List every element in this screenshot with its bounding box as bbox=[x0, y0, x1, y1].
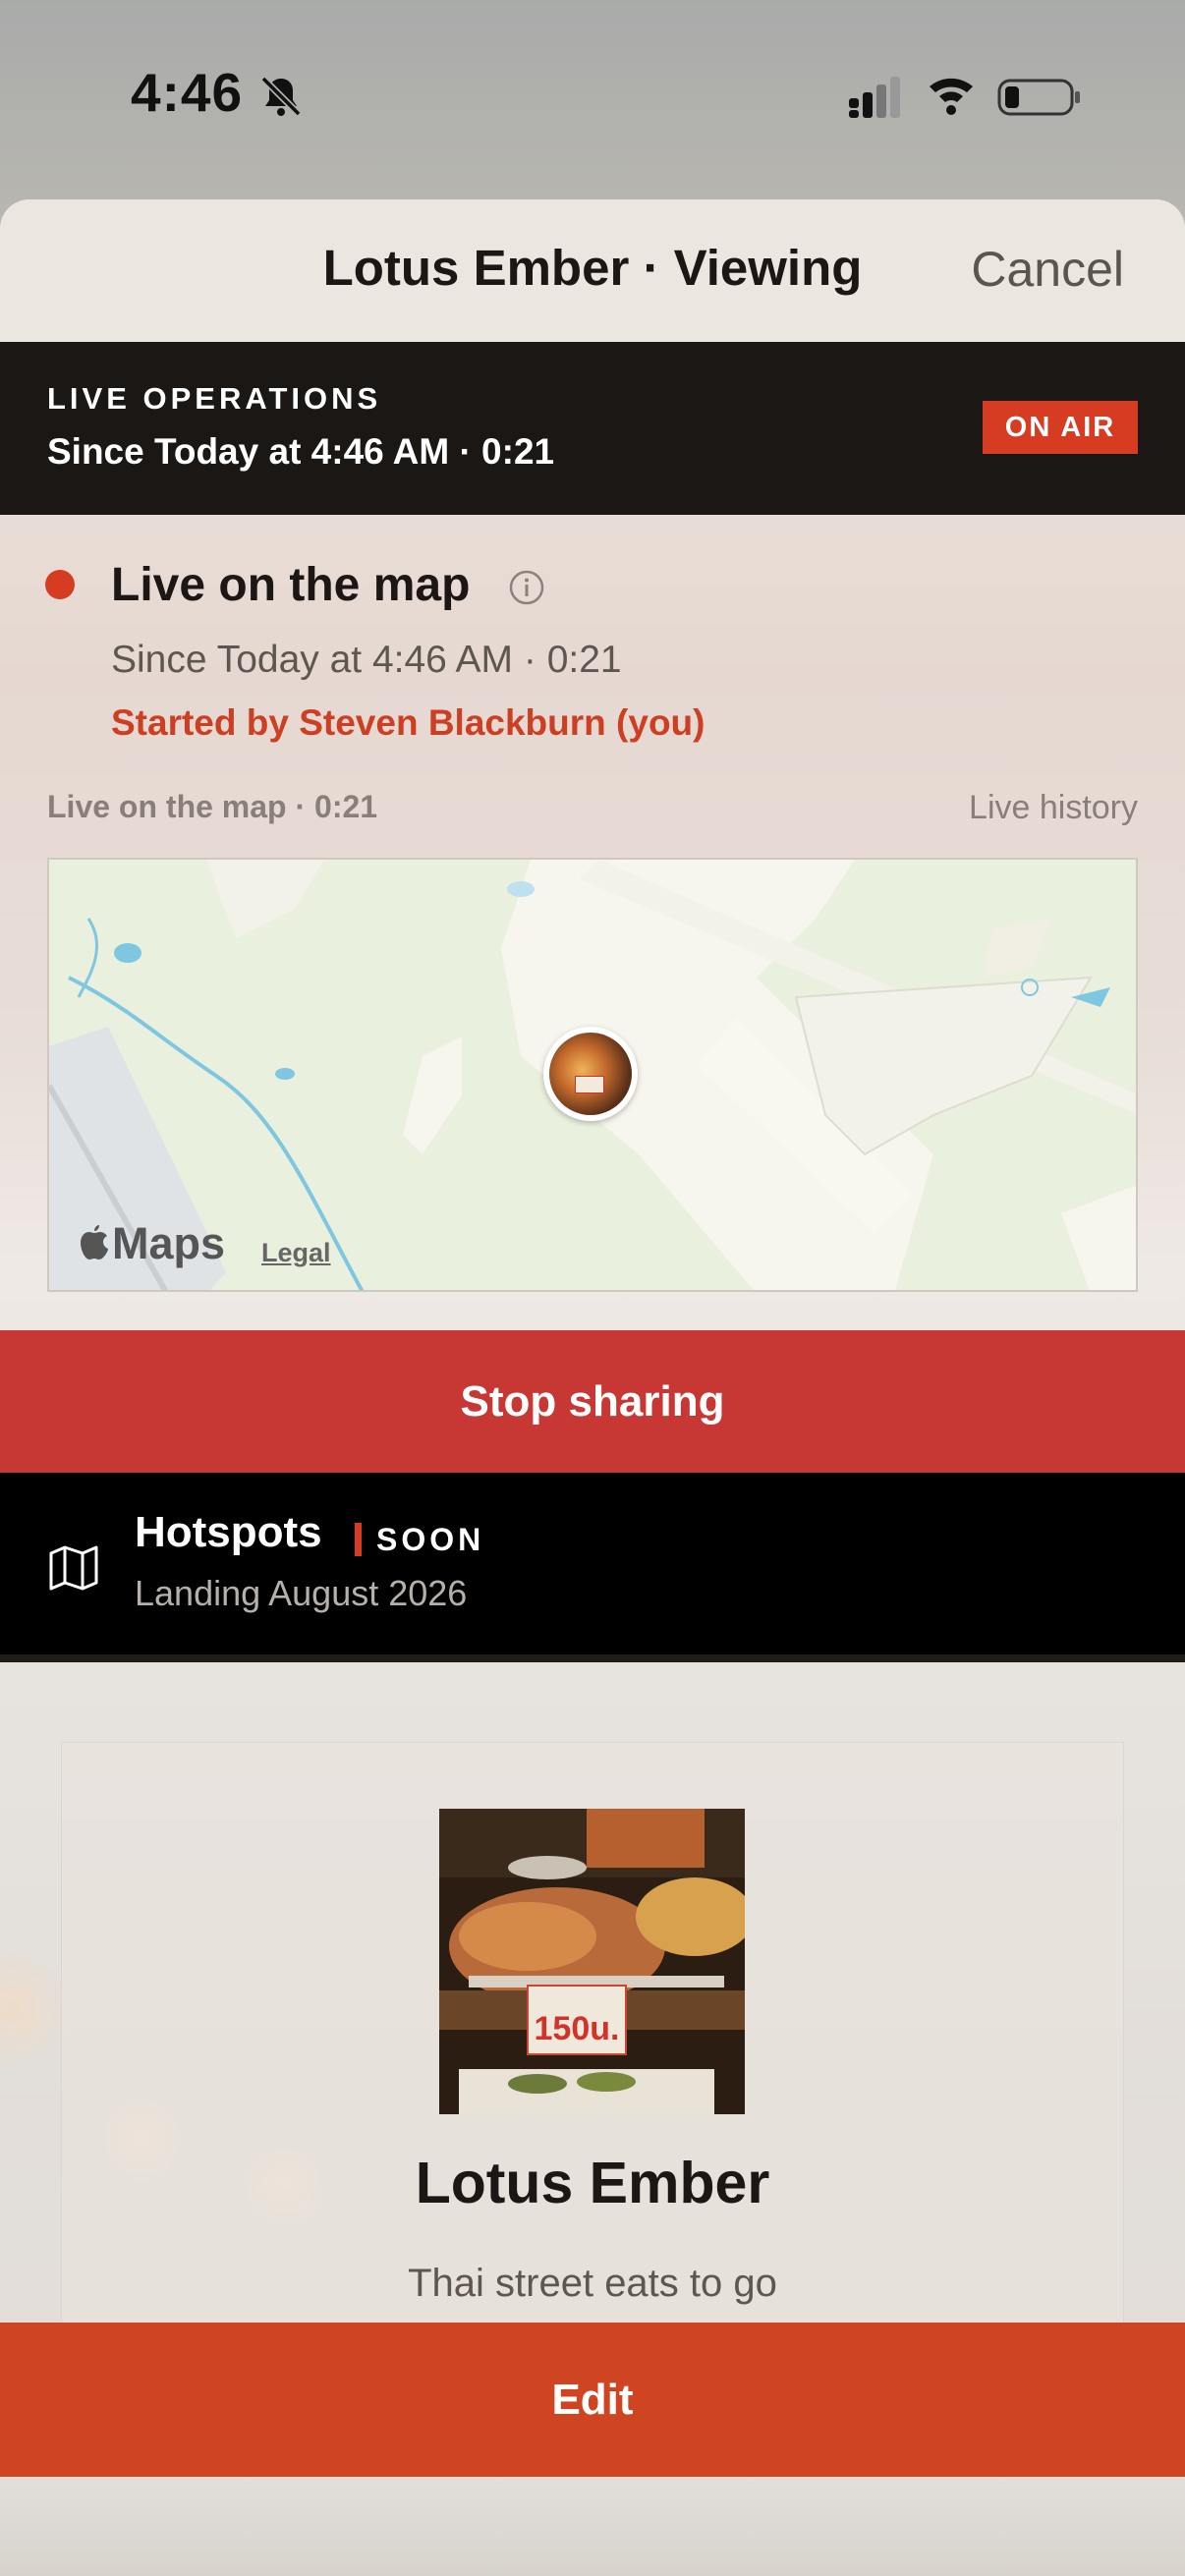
viewing-sheet: Lotus Ember · Viewing Cancel LIVE OPERAT… bbox=[0, 199, 1185, 2576]
live-history-link[interactable]: Live history bbox=[969, 789, 1138, 827]
live-indicator-dot bbox=[45, 570, 75, 599]
hotspots-title: Hotspots bbox=[135, 1508, 322, 1556]
edit-button[interactable]: Edit bbox=[0, 2323, 1185, 2477]
apple-logo-icon bbox=[81, 1225, 108, 1260]
truck-photo: 150u. bbox=[439, 1809, 745, 2114]
location-pin-sign bbox=[575, 1076, 604, 1093]
wifi-icon bbox=[930, 78, 973, 115]
live-status-title: Live on the map bbox=[111, 559, 471, 611]
legal-link[interactable]: Legal bbox=[261, 1238, 331, 1268]
divider bbox=[0, 1654, 1185, 1662]
bottom-background bbox=[0, 2477, 1185, 2576]
map-caption: Live on the map · 0:21 bbox=[47, 789, 378, 824]
live-operations-since: Since Today at 4:46 AM · 0:21 bbox=[47, 431, 555, 472]
status-bar: 4:46 bbox=[0, 0, 1185, 196]
food-image: 150u. bbox=[439, 1809, 745, 2114]
info-icon[interactable] bbox=[507, 568, 546, 607]
soon-badge: SOON bbox=[376, 1522, 485, 1557]
battery-icon bbox=[997, 79, 1080, 116]
photo-sign-text: 150u. bbox=[535, 2010, 620, 2047]
soon-divider bbox=[355, 1523, 362, 1556]
live-operations-banner: LIVE OPERATIONS Since Today at 4:46 AM ·… bbox=[0, 342, 1185, 515]
stop-sharing-button[interactable]: Stop sharing bbox=[0, 1330, 1185, 1473]
nav-bar: Lotus Ember · Viewing Cancel bbox=[0, 199, 1185, 342]
hotspots-subtitle: Landing August 2026 bbox=[135, 1573, 468, 1613]
maps-attribution: Maps bbox=[79, 1218, 225, 1269]
truck-name: Lotus Ember bbox=[415, 2151, 770, 2215]
location-pin[interactable] bbox=[543, 1027, 638, 1121]
maps-label: Maps bbox=[112, 1218, 226, 1268]
live-operations-label: LIVE OPERATIONS bbox=[47, 381, 382, 416]
truck-tagline: Thai street eats to go bbox=[408, 2262, 777, 2305]
map-icon bbox=[49, 1545, 98, 1591]
bell-slash-icon bbox=[260, 76, 302, 117]
hotspots-banner: Hotspots SOON Landing August 2026 bbox=[0, 1473, 1185, 1654]
live-status-since: Since Today at 4:46 AM · 0:21 bbox=[111, 639, 622, 681]
location-pin-photo bbox=[549, 1033, 632, 1115]
started-by-label: Started by Steven Blackburn (you) bbox=[111, 702, 705, 743]
cancel-button[interactable]: Cancel bbox=[971, 241, 1124, 298]
on-air-badge: ON AIR bbox=[983, 401, 1138, 454]
status-time: 4:46 bbox=[131, 62, 244, 123]
live-map[interactable]: Maps Legal bbox=[47, 858, 1138, 1292]
signal-icon bbox=[849, 77, 900, 118]
